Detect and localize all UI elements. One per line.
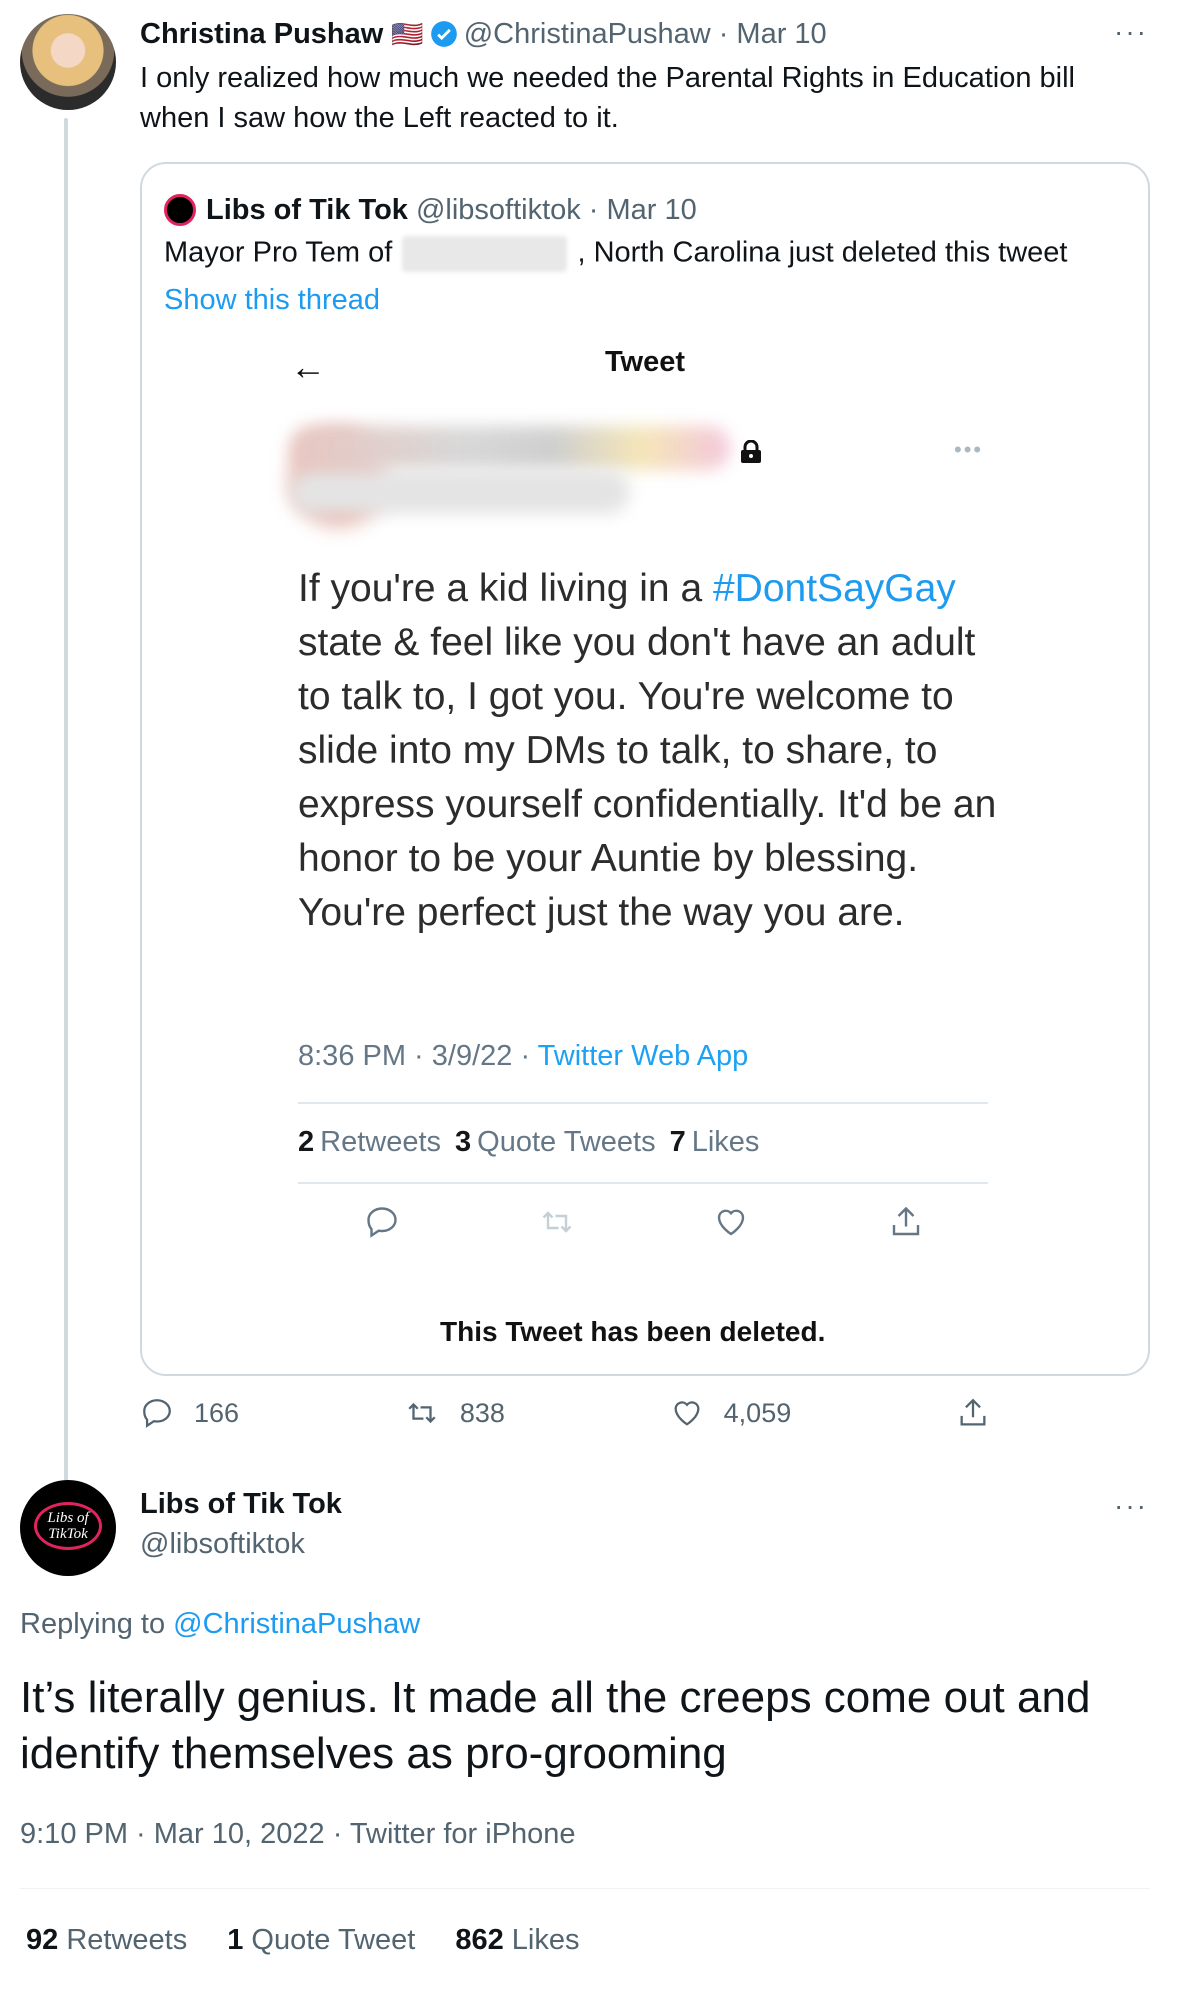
quoted-tweet-header: Libs of Tik Tok @libsoftiktok · Mar 10 (164, 190, 697, 230)
screenshot-text-part: state & feel like you don't have an adul… (298, 621, 997, 934)
reply-icon (364, 1204, 400, 1240)
hashtag-link: #DontSayGay (712, 567, 956, 610)
redacted-name-blur (290, 426, 730, 470)
quoted-text: Mayor Pro Tem of , North Carolina just d… (164, 236, 1067, 272)
screenshot-meta: 8:36 PM · 3/9/22 · Twitter Web App (298, 1040, 748, 1073)
likes-count: 7 (669, 1126, 686, 1158)
us-flag-icon: 🇺🇸 (391, 18, 424, 49)
likes-count: 862 (455, 1924, 504, 1956)
retweet-button[interactable]: 838 (404, 1396, 505, 1430)
quotes-count: 1 (227, 1924, 244, 1956)
quoted-text-before: Mayor Pro Tem of (164, 236, 393, 269)
reply-button[interactable]: 166 (140, 1396, 239, 1430)
separator-dot: · (588, 193, 599, 226)
quoted-author-handle: @libsoftiktok (415, 193, 581, 226)
like-icon (713, 1204, 749, 1240)
screenshot-text-part: If you're a kid living in a (298, 567, 713, 610)
redacted-handle-blur (290, 470, 630, 514)
share-button[interactable] (956, 1396, 990, 1430)
reply-count: 166 (194, 1397, 240, 1428)
avatar-logo-text: Libs of TikTok (34, 1502, 102, 1550)
more-options-icon[interactable]: ··· (1114, 16, 1148, 48)
author-handle[interactable]: @ChristinaPushaw (464, 18, 711, 51)
tweet-actions: 166 838 4,059 (140, 1396, 990, 1430)
retweets-stat[interactable]: 92 Retweets (26, 1924, 187, 1957)
like-icon (670, 1396, 704, 1430)
retweets-count: 92 (26, 1924, 59, 1956)
share-icon (956, 1396, 990, 1430)
tweet-text: It’s literally genius. It made all the c… (20, 1673, 1091, 1778)
retweet-count: 838 (459, 1397, 505, 1428)
deleted-notice: This Tweet has been deleted. (440, 1316, 826, 1347)
verified-badge-icon (430, 20, 458, 48)
likes-stat[interactable]: 862 Likes (455, 1924, 579, 1957)
quoted-author-name: Libs of Tik Tok (206, 193, 408, 226)
divider (298, 1102, 988, 1104)
quoted-avatar (164, 194, 196, 226)
lock-icon (740, 440, 762, 464)
thread-connector-line (64, 118, 68, 1488)
screenshot-counts: 2 Retweets 3 Quote Tweets 7 Likes (298, 1126, 759, 1159)
author-name[interactable]: Christina Pushaw (140, 18, 383, 51)
screenshot-title: Tweet (605, 346, 686, 378)
author-name[interactable]: Libs of Tik Tok (140, 1488, 342, 1521)
tweet-timestamp[interactable]: 9:10 PM · Mar 10, 2022 · Twitter for iPh… (20, 1818, 576, 1851)
quotes-count: 3 (455, 1126, 472, 1158)
like-count: 4,059 (723, 1397, 792, 1428)
replying-to: Replying to @ChristinaPushaw (20, 1608, 420, 1641)
more-options-icon: ••• (954, 437, 984, 462)
screenshot-source: Twitter Web App (537, 1040, 749, 1072)
tweet-date[interactable]: Mar 10 (736, 18, 826, 51)
like-button[interactable]: 4,059 (670, 1396, 792, 1430)
quoted-text-after: , North Carolina just deleted this tweet (577, 236, 1068, 269)
author-handle[interactable]: @libsoftiktok (140, 1528, 305, 1561)
replying-label: Replying to (20, 1608, 174, 1640)
divider (20, 1888, 1150, 1889)
more-options-icon[interactable]: ··· (1114, 1490, 1148, 1522)
separator-dot: · (718, 17, 729, 50)
avatar[interactable] (20, 14, 116, 110)
show-thread-link[interactable]: Show this thread (164, 284, 380, 317)
tweet-header: Christina Pushaw 🇺🇸 @ChristinaPushaw · M… (140, 14, 827, 54)
retweet-icon (539, 1204, 575, 1240)
replying-handle-link[interactable]: @ChristinaPushaw (173, 1608, 420, 1640)
retweet-icon (404, 1396, 440, 1430)
retweets-label: Retweets (320, 1126, 442, 1158)
likes-label: Likes (691, 1126, 760, 1158)
retweets-count: 2 (298, 1126, 315, 1158)
reply-icon (140, 1396, 174, 1430)
likes-label: Likes (511, 1924, 580, 1956)
retweets-label: Retweets (66, 1924, 188, 1956)
back-arrow-icon: ← (290, 346, 326, 387)
share-icon (888, 1204, 924, 1240)
tweet-text: I only realized how much we needed the P… (140, 62, 1075, 134)
quotes-label: Quote Tweet (251, 1924, 416, 1956)
quoted-date: Mar 10 (606, 193, 697, 226)
screenshot-actions (364, 1204, 924, 1240)
quotes-label: Quote Tweets (477, 1126, 656, 1158)
redacted-blur (402, 236, 568, 272)
screenshot-tweet-text: If you're a kid living in a #DontSayGay … (298, 562, 1018, 940)
divider (298, 1182, 988, 1184)
tweet-stats: 92 Retweets 1 Quote Tweet 862 Likes (26, 1924, 619, 1957)
quote-tweets-stat[interactable]: 1 Quote Tweet (227, 1924, 415, 1957)
screenshot-time: 8:36 PM · 3/9/22 · (298, 1040, 538, 1072)
